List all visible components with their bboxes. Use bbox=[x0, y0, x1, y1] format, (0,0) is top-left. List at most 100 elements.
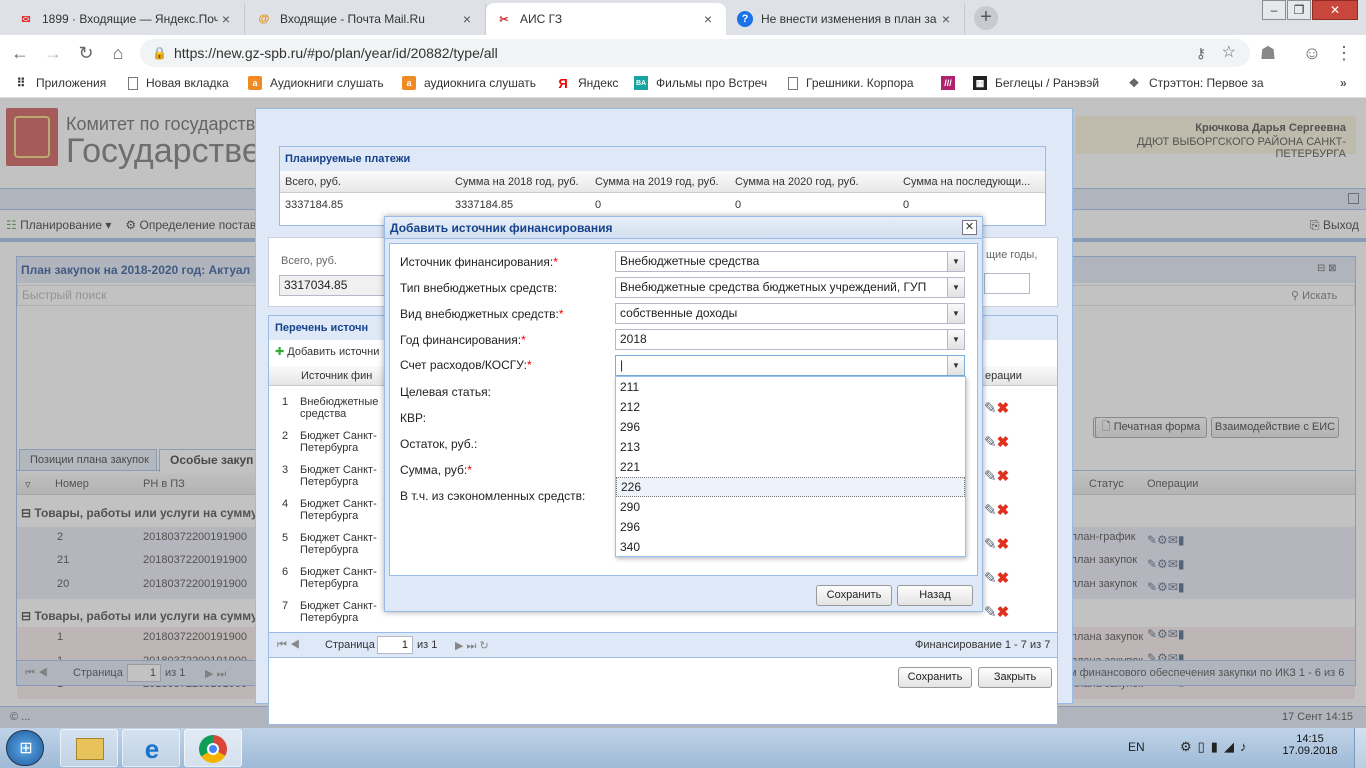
source-row-actions[interactable]: ✎✖ ✎✖ ✎✖ ✎✖ ✎✖ ✎✖ ✎✖ bbox=[984, 392, 1024, 622]
home-icon[interactable]: ⌂ bbox=[108, 43, 128, 63]
pager-last-icon[interactable]: ▶ ⏭ ↻ bbox=[455, 639, 489, 653]
pager-page-input[interactable]: 1 bbox=[377, 636, 413, 654]
dropdown-option[interactable]: 340 bbox=[616, 537, 965, 557]
audio-icon: a bbox=[248, 76, 262, 90]
dialog-back-button[interactable]: Назад bbox=[897, 585, 973, 606]
close-icon[interactable]: × bbox=[459, 11, 475, 27]
type-select[interactable]: Внебюджетные средства бюджетных учрежден… bbox=[615, 277, 965, 298]
bookmarks-bar: ⠿ Приложения Новая вкладка a Аудиокниги сл… bbox=[0, 71, 1366, 98]
tab-help[interactable]: ? Не внести изменения в план за × bbox=[727, 3, 965, 35]
new-tab-button[interactable]: + bbox=[974, 6, 998, 30]
menu-dots-icon[interactable]: ⋮ bbox=[1334, 43, 1354, 63]
bookmark-films[interactable]: BA Фильмы про Встреч bbox=[634, 76, 774, 90]
pager-first-icon[interactable]: ⏮ ◀ bbox=[277, 639, 300, 652]
dialog-close-icon[interactable]: ✕ bbox=[962, 220, 977, 235]
chevron-down-icon[interactable]: ▼ bbox=[947, 252, 964, 271]
dialog-save-button[interactable]: Сохранить bbox=[816, 585, 892, 606]
delete-icon[interactable]: ✖ bbox=[997, 434, 1010, 451]
modal-save-button[interactable]: Сохранить bbox=[898, 667, 972, 688]
taskbar-ie[interactable]: e bbox=[122, 729, 180, 767]
minimize-button[interactable]: – bbox=[1262, 0, 1286, 20]
delete-icon[interactable]: ✖ bbox=[997, 400, 1010, 417]
dropdown-option[interactable]: 290 bbox=[616, 497, 965, 517]
page-icon bbox=[788, 76, 798, 90]
extension-icon[interactable]: ☗ bbox=[1258, 43, 1278, 63]
tab-ais-gz[interactable]: ✂ АИС ГЗ × bbox=[486, 3, 726, 35]
forward-arrow-icon[interactable]: → bbox=[43, 43, 63, 63]
total-input[interactable]: 3317034.85 bbox=[279, 275, 389, 296]
edit-icon[interactable]: ✎ bbox=[984, 502, 997, 519]
dialog-title: Добавить источник финансирования bbox=[390, 221, 613, 235]
bookmark-stratton[interactable]: ❖ Стрэттон: Первое за bbox=[1127, 76, 1267, 90]
url-input[interactable]: 🔒 https://new.gz-spb.ru/#po/plan/year/id… bbox=[140, 39, 1250, 67]
close-icon[interactable]: × bbox=[700, 11, 716, 27]
kvr-label: КВР: bbox=[400, 411, 427, 425]
windows-logo-icon: ⊞ bbox=[19, 740, 33, 757]
tray-icons[interactable]: ⚙▯▮◢♪ bbox=[1180, 739, 1252, 755]
modal-close-button[interactable]: Закрыть bbox=[978, 667, 1052, 688]
taskbar-explorer[interactable] bbox=[60, 729, 118, 767]
delete-icon[interactable]: ✖ bbox=[997, 570, 1010, 587]
bookmark-audiobook[interactable]: a аудиокнига слушать bbox=[402, 76, 540, 90]
close-icon[interactable]: × bbox=[938, 11, 954, 27]
edit-icon[interactable]: ✎ bbox=[984, 604, 997, 621]
bookmark-stripes[interactable]: /// bbox=[941, 76, 965, 90]
chevron-down-icon[interactable]: ▼ bbox=[947, 304, 964, 323]
target-label: Целевая статья: bbox=[400, 385, 491, 399]
delete-icon[interactable]: ✖ bbox=[997, 468, 1010, 485]
account-combo-input[interactable]: | ▼ bbox=[615, 355, 965, 376]
dropdown-option[interactable]: 296 bbox=[616, 417, 965, 437]
reload-icon[interactable]: ↻ bbox=[76, 43, 96, 63]
chevron-down-icon[interactable]: ▼ bbox=[947, 356, 964, 375]
year-select[interactable]: 2018 ▼ bbox=[615, 329, 965, 350]
edit-icon[interactable]: ✎ bbox=[984, 434, 997, 451]
source-label: Источник финансирования:* bbox=[400, 255, 558, 269]
start-button[interactable]: ⊞ bbox=[6, 730, 44, 766]
dropdown-option[interactable]: 221 bbox=[616, 457, 965, 477]
edit-icon[interactable]: ✎ bbox=[984, 536, 997, 553]
bookmark-audiobooks[interactable]: a Аудиокниги слушать bbox=[248, 76, 386, 90]
saved-funds-label: В т.ч. из сэкономленных средств: bbox=[400, 489, 586, 503]
delete-icon[interactable]: ✖ bbox=[997, 502, 1010, 519]
maximize-button[interactable]: ❐ bbox=[1287, 0, 1311, 20]
source-select[interactable]: Внебюджетные средства ▼ bbox=[615, 251, 965, 272]
dropdown-option[interactable]: 211 bbox=[616, 377, 965, 397]
language-indicator[interactable]: EN bbox=[1128, 740, 1145, 754]
next-years-input[interactable] bbox=[984, 273, 1030, 294]
dropdown-option[interactable]: 213 bbox=[616, 437, 965, 457]
kosgu-dropdown-list: 211 212 296 213 221 226 290 296 340 bbox=[615, 376, 966, 557]
show-desktop-button[interactable] bbox=[1354, 728, 1366, 768]
clock[interactable]: 14:15 17.09.2018 bbox=[1280, 733, 1340, 757]
back-arrow-icon[interactable]: ← bbox=[10, 43, 30, 63]
sources-rows: 1 Внебюджетные средства 2 Бюджет Санкт-П… bbox=[282, 396, 379, 624]
dropdown-option-highlighted[interactable]: 226 bbox=[616, 477, 965, 497]
taskbar-chrome[interactable] bbox=[184, 729, 242, 767]
bookmarks-overflow-icon[interactable]: » bbox=[1340, 76, 1360, 90]
kind-select[interactable]: собственные доходы ▼ bbox=[615, 303, 965, 324]
close-icon[interactable]: × bbox=[218, 11, 234, 27]
window-close-button[interactable]: ✕ bbox=[1312, 0, 1358, 20]
folder-icon bbox=[76, 738, 104, 760]
star-icon[interactable]: ☆ bbox=[1222, 39, 1236, 67]
bookmark-yandex[interactable]: Я Яндекс bbox=[556, 76, 626, 90]
edit-icon[interactable]: ✎ bbox=[984, 468, 997, 485]
tab-yandex-mail[interactable]: ✉ 1899 · Входящие — Яндекс.Почта × bbox=[8, 3, 245, 35]
delete-icon[interactable]: ✖ bbox=[997, 536, 1010, 553]
edit-icon[interactable]: ✎ bbox=[984, 400, 997, 417]
dropdown-option[interactable]: 296 bbox=[616, 517, 965, 537]
dropdown-option[interactable]: 212 bbox=[616, 397, 965, 417]
add-source-button[interactable]: ✚ Добавить источни bbox=[275, 345, 379, 358]
tab-mailru[interactable]: @ Входящие - Почта Mail.Ru × bbox=[246, 3, 486, 35]
film-icon: BA bbox=[634, 76, 648, 90]
apps-icon: ⠿ bbox=[16, 76, 26, 90]
bookmark-sinners[interactable]: Грешники. Корпора bbox=[788, 76, 924, 90]
bookmark-apps[interactable]: ⠿ Приложения bbox=[14, 76, 124, 90]
profile-icon[interactable]: ☺ bbox=[1302, 43, 1322, 63]
key-icon[interactable]: ⚷ bbox=[1196, 39, 1206, 67]
chevron-down-icon[interactable]: ▼ bbox=[947, 330, 964, 349]
chevron-down-icon[interactable]: ▼ bbox=[947, 278, 964, 297]
edit-icon[interactable]: ✎ bbox=[984, 570, 997, 587]
bookmark-new-tab[interactable]: Новая вкладка bbox=[128, 76, 243, 90]
bookmark-runaways[interactable]: ▦ Беглецы / Ранэвэй bbox=[973, 76, 1113, 90]
delete-icon[interactable]: ✖ bbox=[997, 604, 1010, 621]
